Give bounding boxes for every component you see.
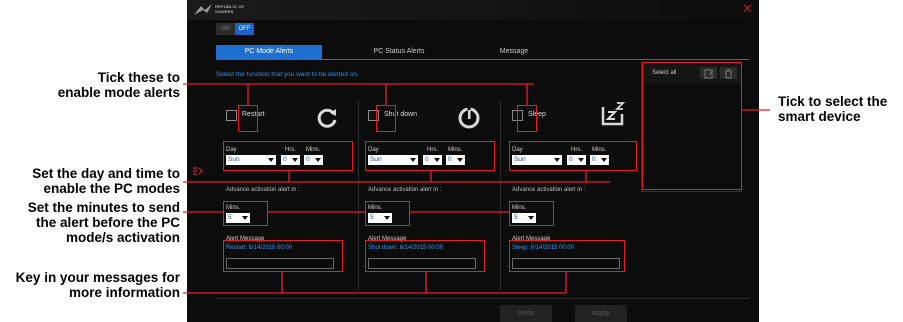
tab-bar: PC Mode Alerts PC Status Alerts Message xyxy=(216,45,749,59)
apply-button[interactable]: Apply xyxy=(575,305,627,322)
sleep-icon xyxy=(601,102,626,126)
restart-checkbox[interactable] xyxy=(226,110,237,121)
callout-tick-mode: Tick these to enable mode alerts xyxy=(57,70,180,100)
highlight-restart-daytime xyxy=(223,141,353,171)
toggle-off[interactable]: OFF xyxy=(235,23,254,35)
callout-tick-device: Tick to select the smart device xyxy=(778,94,888,124)
column-divider xyxy=(358,100,359,290)
instruction-text: Select the function that you want to be … xyxy=(216,71,359,78)
callout-set-minutes: Set the minutes to send the alert before… xyxy=(27,200,180,245)
callout-set-day-time: Set the day and time to enable the PC mo… xyxy=(32,166,180,196)
tab-pc-status-alerts[interactable]: PC Status Alerts xyxy=(346,45,452,59)
advance-label: Advance activation alert in : xyxy=(512,187,586,193)
advance-label: Advance activation alert in : xyxy=(226,187,300,193)
close-icon[interactable]: ✕ xyxy=(742,2,753,17)
callout-key-in: Key in your messages for more informatio… xyxy=(15,270,180,300)
highlight-shutdown-message xyxy=(365,240,485,272)
toggle-on[interactable]: ON xyxy=(216,23,235,35)
highlight-shutdown-advmins xyxy=(365,201,410,226)
highlight-sleep-message xyxy=(509,240,625,272)
undo-button[interactable]: Undo xyxy=(500,305,552,322)
power-icon xyxy=(458,107,480,129)
highlight-restart-message xyxy=(223,240,343,272)
title-bar: REPUBLIC OF GAMERS ✕ xyxy=(187,0,759,20)
highlight-sleep-daytime xyxy=(509,141,637,171)
highlight-shutdown-checkbox xyxy=(376,105,396,132)
highlight-shutdown-daytime xyxy=(365,141,495,171)
app-window: REPUBLIC OF GAMERS ✕ ON OFF PC Mode Aler… xyxy=(187,0,759,322)
column-divider xyxy=(500,100,501,290)
rog-logo-icon xyxy=(194,4,212,15)
expand-arrow-icon[interactable] xyxy=(193,166,203,176)
highlight-restart-checkbox xyxy=(238,105,258,132)
restart-icon xyxy=(317,108,337,128)
highlight-device-panel xyxy=(642,62,742,190)
advance-label: Advance activation alert in : xyxy=(368,187,442,193)
highlight-sleep-checkbox xyxy=(517,105,537,132)
highlight-sleep-advmins xyxy=(509,201,554,226)
bottom-divider xyxy=(216,298,749,299)
tab-message[interactable]: Message xyxy=(461,45,567,59)
brand-text: REPUBLIC OF GAMERS xyxy=(215,4,245,14)
tab-pc-mode-alerts[interactable]: PC Mode Alerts xyxy=(216,45,322,59)
onoff-toggle[interactable]: ON OFF xyxy=(216,23,254,35)
tab-underline xyxy=(216,59,749,60)
highlight-restart-advmins xyxy=(223,201,268,226)
